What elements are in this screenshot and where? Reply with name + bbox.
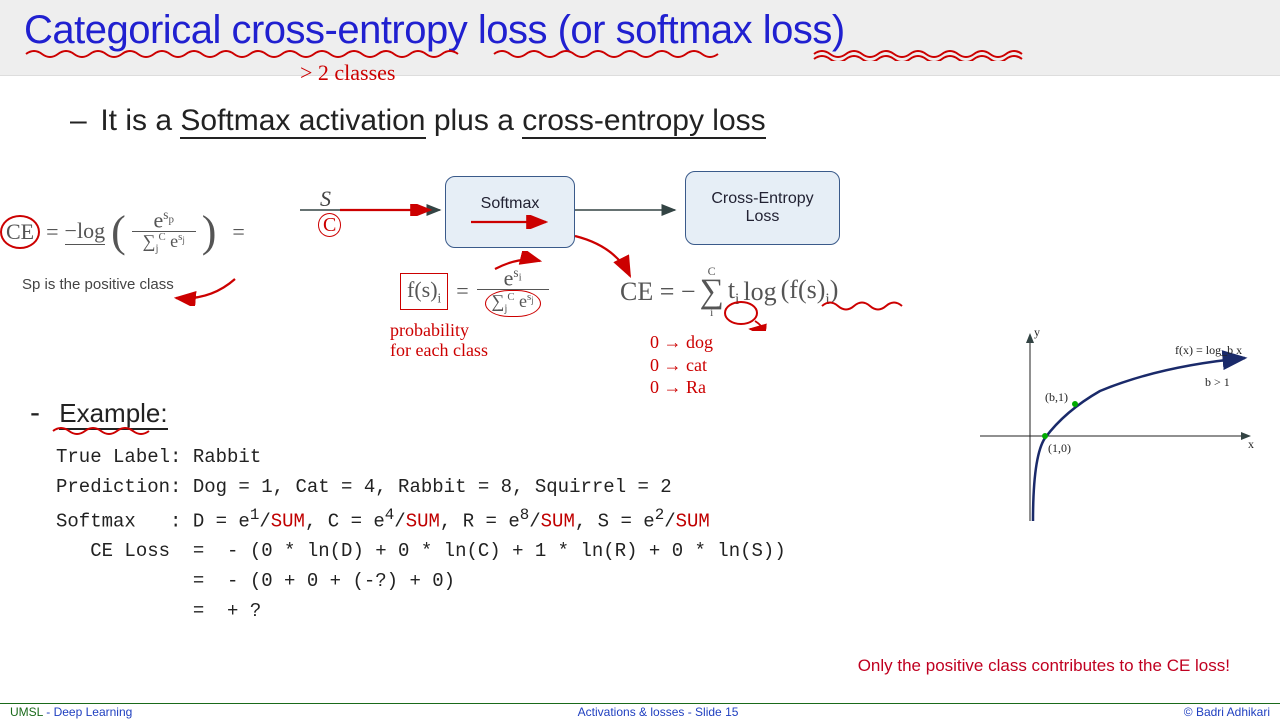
sp-arrow <box>170 276 240 306</box>
footnote: Only the positive class contributes to t… <box>858 656 1230 676</box>
footer-right: © Badri Adhikari <box>1184 705 1270 719</box>
bullet-definition: – It is a Softmax activation plus a cros… <box>70 104 1240 138</box>
softmax-box: Softmax <box>445 176 575 248</box>
example-prediction: Prediction: Dog = 1, Cat = 4, Rabbit = 8… <box>56 476 900 498</box>
flow-arrow-2 <box>575 204 685 216</box>
bullet-pre: It is a <box>100 104 180 137</box>
ce-formula-left: CE = −log ( esp ∑jC esj ) = <box>0 206 245 257</box>
to-esi-arrow <box>490 251 550 276</box>
fsi-squiggle <box>820 298 920 314</box>
log-graph: y x f(x) = log_b x b > 1 (b,1) (1,0) <box>970 326 1260 526</box>
svg-text:y: y <box>1034 326 1040 339</box>
example-true-label: True Label: Rabbit <box>56 446 900 468</box>
svg-text:x: x <box>1248 437 1254 451</box>
svg-text:b > 1: b > 1 <box>1205 375 1230 389</box>
ti-circle <box>720 301 790 331</box>
class-list: 0 → dog 0 → cat 0 → Ra <box>650 331 713 399</box>
flow-arrow-1 <box>300 204 460 216</box>
title-bar: Categorical cross-entropy loss (or softm… <box>0 0 1280 76</box>
example-ce2: = - (0 + 0 + (-?) + 0) <box>56 570 900 592</box>
footer-left: UMSL - Deep Learning <box>10 705 132 719</box>
bullet-mid: plus a <box>426 104 523 137</box>
content-area: – It is a Softmax activation plus a cros… <box>0 76 1280 696</box>
flow-c-label: C <box>318 214 341 237</box>
example-softmax: Softmax : D = e1/SUM, C = e4/SUM, R = e8… <box>56 506 900 532</box>
celoss-box: Cross-Entropy Loss <box>685 171 840 245</box>
example-heading: - Example: <box>30 396 900 436</box>
svg-text:f(x) = log_b x: f(x) = log_b x <box>1175 343 1242 357</box>
example-ce1: CE Loss = - (0 * ln(D) + 0 * ln(C) + 1 *… <box>56 540 900 562</box>
sp-note: Sp is the positive class <box>22 276 174 293</box>
example-ce3: = + ? <box>56 600 900 622</box>
bullet-softmax: Softmax activation <box>180 104 425 139</box>
example-block: - Example: True Label: Rabbit Prediction… <box>0 396 900 622</box>
svg-text:(1,0): (1,0) <box>1048 441 1071 455</box>
bullet-crossentropy: cross-entropy loss <box>522 104 765 139</box>
footer: UMSL - Deep Learning Activations & losse… <box>0 703 1280 720</box>
probability-note: probability for each class <box>390 321 488 361</box>
svg-text:(b,1): (b,1) <box>1045 390 1068 404</box>
footer-mid: Activations & losses - Slide 15 <box>578 705 739 719</box>
